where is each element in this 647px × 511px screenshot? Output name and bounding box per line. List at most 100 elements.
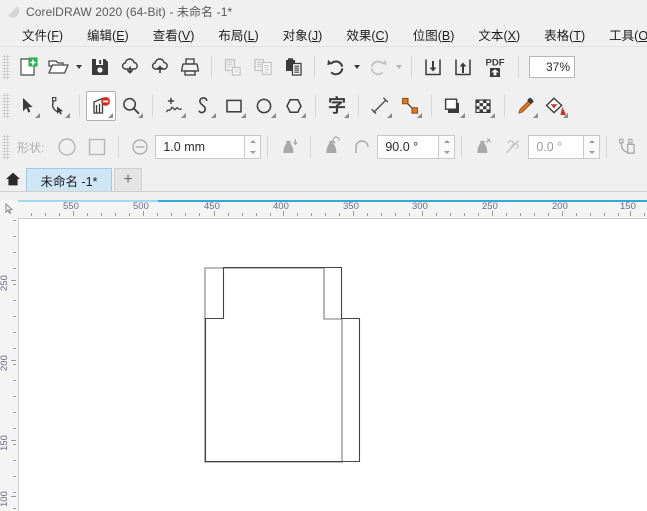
copy-button[interactable] (248, 52, 278, 82)
menu-item-layout[interactable]: 布局(L) (206, 22, 270, 47)
drawing-canvas[interactable] (19, 219, 647, 511)
ruler-minor-tick (185, 213, 186, 216)
menu-mnemonic-tools: O (638, 28, 647, 43)
toolbox-grip[interactable] (2, 93, 10, 119)
toolbar-separator-2 (314, 55, 315, 78)
print-button[interactable] (175, 52, 205, 82)
ruler-minor-tick (45, 213, 46, 216)
stepper-up-icon (249, 140, 256, 143)
menu-item-object[interactable]: 对象(J) (271, 22, 335, 47)
chevron-down-icon (354, 64, 360, 69)
property-bar-grip[interactable] (2, 134, 10, 160)
import-button[interactable] (418, 52, 448, 82)
drop-shadow-tool[interactable] (438, 91, 468, 121)
ruler-minor-tick (520, 213, 521, 216)
zoom-level-input[interactable]: 37% (529, 55, 575, 78)
bevel-join-button[interactable] (468, 132, 498, 162)
toolbox-toolbar: 字 (0, 86, 647, 126)
ruler-origin-button[interactable] (0, 200, 19, 219)
line-width-icon (132, 139, 148, 155)
toolbar-grip[interactable] (2, 53, 10, 80)
save-document-button[interactable] (85, 52, 115, 82)
slant-angle-button[interactable] (498, 132, 528, 162)
upload-cloud-button[interactable] (145, 52, 175, 82)
pick-tool[interactable] (13, 91, 43, 121)
ruler-minor-tick (13, 412, 16, 413)
menu-item-view[interactable]: 查看(V) (141, 22, 207, 47)
undo-dropdown[interactable] (351, 52, 363, 82)
artistic-media-tool-flyout-icon (211, 113, 216, 118)
zoom-tool[interactable] (116, 91, 146, 121)
property-bar: 形状: 1.0 mm 90.0 ° 0.0 ° (0, 126, 647, 168)
cut-button[interactable] (218, 52, 248, 82)
paste-button[interactable] (278, 52, 308, 82)
coreldraw-window: CorelDRAW 2020 (64-Bit) - 未命名 -1* 文件(F) … (0, 0, 647, 511)
new-page-icon (20, 57, 38, 76)
ruler-minor-tick (242, 213, 243, 216)
line-width-stepper[interactable] (245, 135, 262, 159)
transparency-tool[interactable] (468, 91, 498, 121)
menu-item-bitmaps[interactable]: 位图(B) (401, 22, 467, 47)
miter-angle-input[interactable]: 90.0 ° (377, 135, 440, 159)
export-button[interactable] (448, 52, 478, 82)
line-width-value: 1.0 mm (163, 140, 206, 154)
new-tab-button[interactable]: + (114, 168, 142, 191)
menu-item-edit[interactable]: 编辑(E) (75, 22, 141, 47)
square-corner-button[interactable] (82, 132, 112, 162)
ruler-minor-tick (395, 213, 396, 216)
interactive-fill-tool[interactable] (541, 91, 571, 121)
bevel-join-icon (477, 138, 492, 153)
line-width-input[interactable]: 1.0 mm (155, 135, 246, 159)
menu-item-table[interactable]: 表格(T) (532, 22, 597, 47)
ruler-minor-tick (311, 213, 312, 216)
outline-pen-button[interactable] (613, 132, 643, 162)
color-eyedropper-tool[interactable] (511, 91, 541, 121)
flat-cap-button[interactable] (274, 132, 304, 162)
ruler-minor-tick (644, 213, 645, 216)
redo-dropdown[interactable] (393, 52, 405, 82)
crop-tool[interactable] (86, 91, 116, 121)
menu-item-file[interactable]: 文件(F) (10, 22, 75, 47)
ruler-label: 150 (620, 201, 636, 212)
artistic-media-tool[interactable] (189, 91, 219, 121)
stepped-rectangle-path[interactable] (19, 219, 647, 511)
horizontal-ruler[interactable]: 550 500 450 400 350 300 250 200 150 (18, 200, 647, 219)
home-button[interactable] (0, 167, 26, 191)
toolbar-separator-4 (518, 55, 519, 78)
polygon-tool[interactable] (279, 91, 309, 121)
dimension-tool-flyout-icon (387, 113, 392, 118)
menu-label-edit: 编辑 (87, 28, 113, 43)
freehand-tool[interactable] (159, 91, 189, 121)
ellipse-tool[interactable] (249, 91, 279, 121)
slant-angle-input[interactable]: 0.0 ° (528, 135, 585, 159)
open-document-button[interactable] (43, 52, 73, 82)
document-tab[interactable]: 未命名 -1* (26, 168, 112, 191)
connector-tool[interactable] (395, 91, 425, 121)
slant-angle-icon (506, 140, 520, 154)
rectangle-tool-flyout-icon (241, 113, 246, 118)
vertical-ruler[interactable]: 250 200 150 100 (0, 218, 19, 511)
undo-arrow-icon (327, 59, 344, 75)
miter-angle-button[interactable] (347, 132, 377, 162)
menu-item-effects[interactable]: 效果(C) (334, 22, 400, 47)
toolbox-separator-2 (152, 95, 153, 117)
open-document-dropdown[interactable] (73, 52, 85, 82)
slant-angle-stepper[interactable] (584, 135, 601, 159)
rectangle-tool[interactable] (219, 91, 249, 121)
dimension-tool[interactable] (365, 91, 395, 121)
download-cloud-button[interactable] (115, 52, 145, 82)
redo-button[interactable] (363, 52, 393, 82)
stepper-down-icon (588, 151, 595, 154)
menu-item-text[interactable]: 文本(X) (466, 22, 532, 47)
round-corner-button[interactable] (52, 132, 82, 162)
publish-pdf-button[interactable]: PDF (478, 52, 512, 82)
menu-label-table: 表格 (544, 28, 570, 43)
text-tool[interactable]: 字 (322, 91, 352, 121)
undo-button[interactable] (321, 52, 351, 82)
new-document-button[interactable] (13, 52, 43, 82)
shape-tool[interactable] (43, 91, 73, 121)
menu-item-tools[interactable]: 工具(O) (597, 22, 647, 47)
miter-angle-stepper[interactable] (439, 135, 456, 159)
ruler-major-tick (11, 496, 16, 497)
round-cap-button[interactable] (317, 132, 347, 162)
